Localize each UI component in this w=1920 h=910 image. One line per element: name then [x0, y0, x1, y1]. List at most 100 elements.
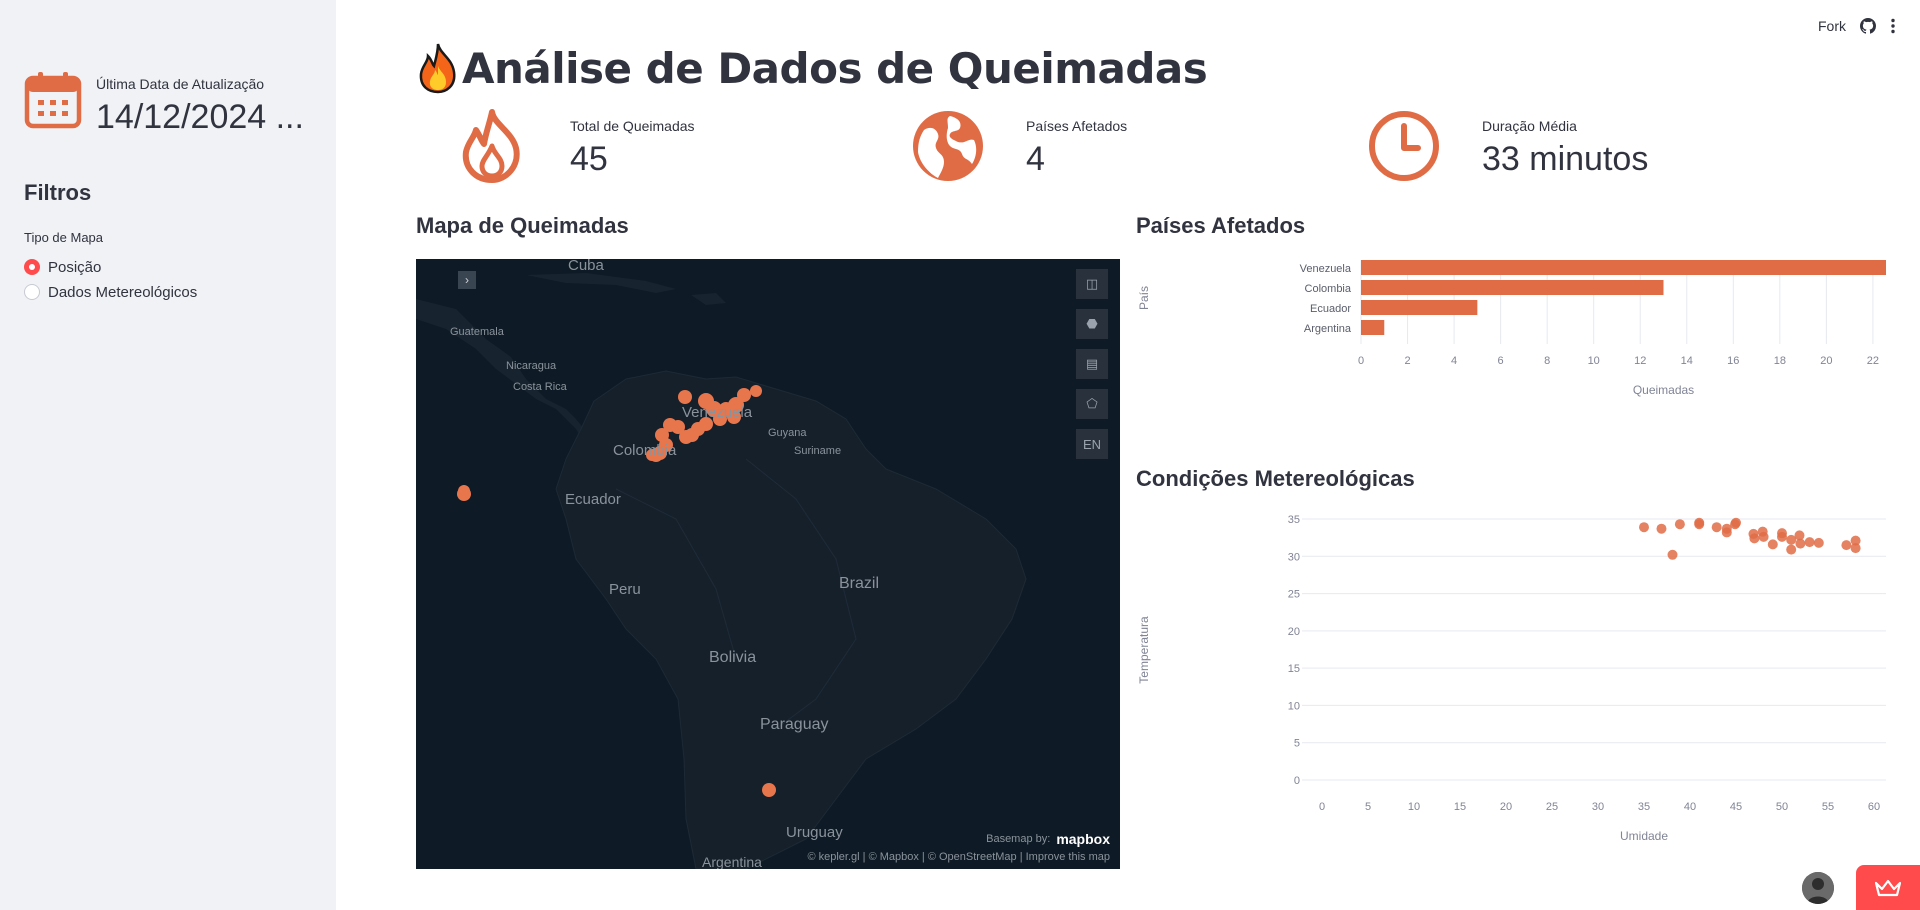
scatter-chart-title: Condições Metereológicas	[1136, 466, 1415, 491]
metric-total-fires: Total de Queimadas 45	[454, 108, 854, 188]
scatter-point	[1711, 522, 1722, 533]
scatter-point	[1804, 537, 1815, 548]
sidebar: Última Data de Atualização 14/12/2024 ..…	[0, 0, 336, 910]
tick-label: 15	[1288, 663, 1300, 675]
radio-selected-icon[interactable]	[24, 259, 40, 275]
map-basemap	[416, 273, 1027, 869]
last-update-label: Última Data de Atualização	[96, 76, 265, 92]
scatter-point	[1758, 531, 1769, 542]
locale-button[interactable]: EN	[1076, 429, 1108, 459]
scatter-point	[1656, 523, 1667, 534]
bar	[1361, 280, 1664, 295]
tick-label: 55	[1822, 801, 1834, 813]
top-toolbar: Fork	[1818, 18, 1896, 34]
category-label: Colombia	[1305, 283, 1352, 295]
scatter-point	[1749, 533, 1760, 544]
x-axis-label: Queimadas	[1633, 383, 1694, 397]
category-label: Ecuador	[1310, 303, 1351, 315]
metric-countries: Países Afetados 4	[910, 108, 1310, 188]
tick-label: 0	[1319, 801, 1325, 813]
metric-value: 33 minutos	[1482, 140, 1649, 178]
tick-label: 10	[1588, 355, 1600, 367]
map-type-label: Tipo de Mapa	[24, 230, 104, 245]
tick-label: 0	[1294, 775, 1300, 787]
tick-label: 2	[1404, 355, 1410, 367]
y-axis-label: Temperatura	[1137, 616, 1151, 684]
tick-label: 40	[1684, 801, 1696, 813]
last-update-block: Última Data de Atualização 14/12/2024 ..…	[24, 70, 324, 136]
tick-label: 25	[1288, 589, 1300, 601]
radio-option-position[interactable]: Posição	[24, 256, 101, 278]
x-axis-label: Umidade	[1620, 829, 1668, 843]
metric-label: Países Afetados	[1026, 118, 1128, 134]
category-label: Venezuela	[1300, 263, 1352, 275]
bar	[1361, 260, 1886, 275]
page-title: Análise de Dados de Queimadas	[416, 42, 1208, 94]
tick-label: 10	[1408, 801, 1420, 813]
map-label: Paraguay	[760, 716, 829, 733]
radio-label: Dados Metereológicos	[48, 283, 198, 301]
metric-value: 45	[570, 140, 608, 178]
data-table-icon[interactable]: ▤	[1076, 349, 1108, 379]
tick-label: 22	[1867, 355, 1879, 367]
map-label: Colombia	[613, 442, 677, 459]
tick-label: 5	[1365, 801, 1371, 813]
scatter-point	[1667, 549, 1678, 560]
category-label: Argentina	[1304, 323, 1352, 335]
metric-avg-duration: Duração Média 33 minutos	[1366, 108, 1786, 188]
tick-label: 35	[1288, 514, 1300, 526]
tick-label: 0	[1358, 355, 1364, 367]
github-icon[interactable]	[1860, 18, 1876, 34]
main-content: Fork Análise de Dados de Queimadas Total…	[336, 0, 1920, 910]
fire-map[interactable]: › ◫ ⬣ ▤ ⬠ EN Cuba Guatemala Nicaragua Co…	[416, 259, 1120, 869]
map-label: Argentina	[702, 854, 762, 869]
map-section-title: Mapa de Queimadas	[416, 213, 629, 238]
scatter-chart[interactable]: 0510152025303505101520253035404550556065…	[1126, 500, 1886, 850]
bar-chart-title: Países Afetados	[1136, 213, 1306, 238]
radio-unselected-icon[interactable]	[24, 284, 40, 300]
expand-panel-icon[interactable]: ›	[458, 271, 476, 289]
bar	[1361, 320, 1385, 335]
y-axis-label: País	[1137, 286, 1151, 310]
avatar[interactable]	[1802, 872, 1834, 904]
mapbox-logo[interactable]: mapbox	[1056, 831, 1110, 847]
calendar-icon	[24, 72, 82, 129]
tick-label: 30	[1592, 801, 1604, 813]
bar-chart[interactable]: 02468101214161820222426VenezuelaColombia…	[1126, 250, 1886, 410]
tick-label: 30	[1288, 551, 1300, 563]
map-attribution[interactable]: © kepler.gl | © Mapbox | © OpenStreetMap…	[807, 851, 1110, 863]
bar	[1361, 300, 1478, 315]
scatter-point	[1813, 537, 1824, 548]
3d-view-icon[interactable]: ⬣	[1076, 309, 1108, 339]
map-label: Costa Rica	[513, 381, 567, 393]
map-label: Cuba	[568, 259, 604, 274]
radio-label: Posição	[48, 258, 102, 276]
tick-label: 18	[1774, 355, 1786, 367]
scatter-point	[1674, 519, 1685, 530]
scatter-point	[1795, 538, 1806, 549]
tick-label: 35	[1638, 801, 1650, 813]
fire-icon	[462, 109, 520, 183]
tick-label: 10	[1288, 700, 1300, 712]
tick-label: 20	[1288, 626, 1300, 638]
more-options-icon[interactable]	[1890, 18, 1896, 34]
page-title-text: Análise de Dados de Queimadas	[462, 43, 1208, 93]
metric-value: 4	[1026, 140, 1045, 178]
scatter-point	[1786, 544, 1797, 555]
split-map-icon[interactable]: ◫	[1076, 269, 1108, 299]
draw-polygon-icon[interactable]: ⬠	[1076, 389, 1108, 419]
tick-label: 45	[1730, 801, 1742, 813]
fire-emoji-icon	[419, 43, 456, 94]
tick-label: 25	[1546, 801, 1558, 813]
map-label: Ecuador	[565, 491, 621, 508]
radio-option-weather[interactable]: Dados Metereológicos	[24, 281, 197, 303]
metric-label: Duração Média	[1482, 118, 1577, 134]
basemap-label: Basemap by:	[986, 833, 1051, 845]
streamlit-badge-button[interactable]	[1856, 865, 1920, 910]
map-label: Brazil	[839, 575, 880, 592]
map-label: Suriname	[794, 445, 842, 457]
scatter-point	[1639, 522, 1649, 533]
tick-label: 12	[1634, 355, 1646, 367]
fork-link[interactable]: Fork	[1818, 18, 1846, 34]
crown-icon	[1875, 879, 1901, 896]
